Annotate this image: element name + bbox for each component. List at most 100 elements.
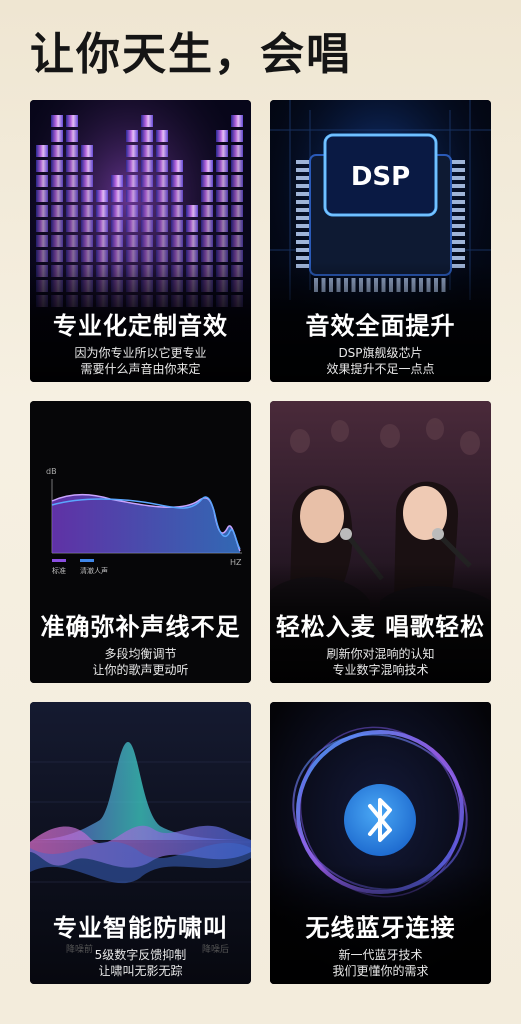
card-title: 准确弥补声线不足 [40, 613, 241, 641]
pixel-block [81, 250, 93, 262]
card-title: 轻松入麦 唱歌轻松 [275, 613, 486, 641]
pixel-block [36, 220, 48, 232]
pixel-block [51, 205, 63, 217]
chip-pin [451, 176, 465, 180]
pixel-block [51, 190, 63, 202]
pixel-block [36, 190, 48, 202]
pixel-block [96, 235, 108, 247]
pixel-block [51, 250, 63, 262]
pixel-block [141, 175, 153, 187]
card-subtitle: 效果提升不足一点点 [326, 362, 435, 376]
pixel-block [201, 235, 213, 247]
pixel-block [216, 130, 228, 142]
pixel-block [126, 130, 138, 142]
pixel-block [66, 190, 78, 202]
card-subtitle: 新一代蓝牙技术 [338, 948, 423, 962]
pixel-block [141, 250, 153, 262]
card-subtitle: DSP旗舰级芯片 [338, 346, 423, 360]
pixel-block [171, 250, 183, 262]
pixel-block [36, 205, 48, 217]
chip-pin [451, 256, 465, 260]
chip-pin [451, 184, 465, 188]
chip-pin [296, 184, 310, 188]
pixel-block [126, 175, 138, 187]
pixel-block [186, 235, 198, 247]
pixel-block [96, 220, 108, 232]
pixel-block [126, 205, 138, 217]
card-title: 无线蓝牙连接 [305, 914, 456, 942]
pixel-block [66, 145, 78, 157]
pixel-block [51, 115, 63, 127]
pixel-block [216, 235, 228, 247]
chip-pin [451, 216, 465, 220]
card-eq-adjust[interactable]: dB HZ 标准 清澈人声 准确弥补声线不足 多段均衡调节 让你的歌声更动听 [30, 401, 251, 683]
pixel-block [36, 250, 48, 262]
pixel-block [111, 205, 123, 217]
pixel-block [141, 235, 153, 247]
pixel-block [216, 145, 228, 157]
chip-pin [296, 192, 310, 196]
pixel-block [156, 250, 168, 262]
pixel-block [36, 175, 48, 187]
pixel-block [186, 250, 198, 262]
pixel-block [81, 220, 93, 232]
pixel-block [216, 175, 228, 187]
chip-pin [296, 224, 310, 228]
pixel-block [171, 190, 183, 202]
pixel-block [66, 250, 78, 262]
pixel-block [156, 130, 168, 142]
dsp-chip-icon: DSP [351, 162, 410, 192]
pixel-block [81, 235, 93, 247]
chip-pin [296, 216, 310, 220]
pixel-block [201, 175, 213, 187]
chip-pin [296, 240, 310, 244]
pixel-block [156, 235, 168, 247]
page-title: 让你天生，会唱 [30, 29, 352, 80]
pixel-block [186, 205, 198, 217]
card-title: 音效全面提升 [305, 312, 456, 340]
pixel-block [141, 220, 153, 232]
pixel-block [66, 220, 78, 232]
pixel-block [141, 115, 153, 127]
card-custom-sound[interactable]: 专业化定制音效 因为你专业所以它更专业 需要什么声音由你来定 [30, 100, 251, 382]
pixel-block [51, 235, 63, 247]
pixel-block [66, 235, 78, 247]
pixel-block [111, 175, 123, 187]
pixel-block [51, 175, 63, 187]
card-subtitle: 需要什么声音由你来定 [80, 362, 201, 376]
pixel-block [171, 160, 183, 172]
pixel-block [216, 190, 228, 202]
pixel-block [171, 175, 183, 187]
chip-pin [296, 248, 310, 252]
pixel-block [156, 175, 168, 187]
pixel-block [36, 145, 48, 157]
pixel-block [51, 145, 63, 157]
card-bluetooth[interactable]: 无线蓝牙连接 新一代蓝牙技术 我们更懂你的需求 [270, 702, 491, 984]
chip-pin [451, 248, 465, 252]
chip-pin [451, 192, 465, 196]
pixel-block [81, 205, 93, 217]
pixel-block [171, 220, 183, 232]
pixel-block [156, 220, 168, 232]
pixel-block [156, 145, 168, 157]
pixel-block [66, 130, 78, 142]
pixel-block [96, 250, 108, 262]
pixel-block [36, 235, 48, 247]
pixel-block [141, 205, 153, 217]
pixel-block [231, 250, 243, 262]
pixel-block [51, 130, 63, 142]
pixel-block [216, 160, 228, 172]
card-dsp-chip[interactable]: DSP 音效全面提升 DSP旗舰级芯片 效果提升不足一点点 [270, 100, 491, 382]
card-karaoke-singers[interactable]: 轻松入麦 唱歌轻松 刷新你对混响的认知 专业数字混响技术 [270, 401, 491, 683]
card-anti-howl[interactable]: 降噪前 降噪后 专业智能防啸叫 5级数字反馈抑制 让啸叫无影无踪 [30, 702, 251, 984]
pixel-block [81, 160, 93, 172]
pixel-block [201, 190, 213, 202]
pixel-block [231, 115, 243, 127]
pixel-block [141, 130, 153, 142]
pixel-block [36, 160, 48, 172]
pixel-block [96, 205, 108, 217]
pixel-block [201, 160, 213, 172]
pixel-block [231, 220, 243, 232]
pixel-block [66, 175, 78, 187]
pixel-block [201, 220, 213, 232]
